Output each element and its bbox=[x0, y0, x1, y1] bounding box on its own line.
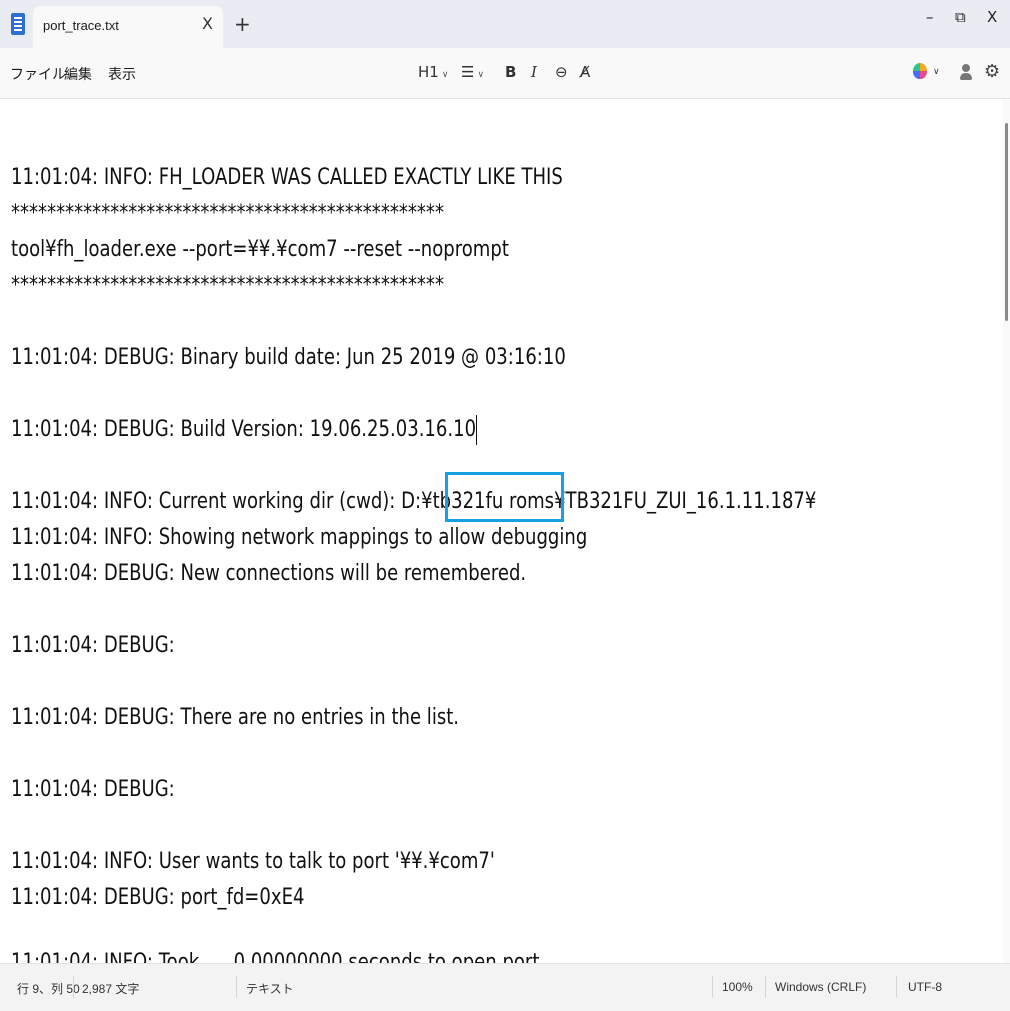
heading-label: H1 bbox=[418, 63, 439, 81]
text-editor[interactable]: 11:01:04: INFO: FH_LOADER WAS CALLED EXA… bbox=[0, 99, 1003, 963]
editor-line: 11:01:04: DEBUG: Build Version: 19.06.25… bbox=[11, 417, 477, 442]
clear-format-icon[interactable]: A̸ bbox=[580, 63, 590, 81]
italic-button[interactable]: I bbox=[531, 63, 537, 81]
chevron-down-icon[interactable]: ∨ bbox=[933, 67, 940, 77]
heading-dropdown[interactable]: H1 ∨ bbox=[418, 63, 448, 81]
restore-button[interactable]: ⧉ bbox=[955, 8, 966, 26]
status-bar: 行 9、列 50 2,987 文字 テキスト 100% Windows (CRL… bbox=[0, 963, 1010, 1011]
editor-line: 11:01:04: DEBUG: Binary build date: Jun … bbox=[11, 345, 566, 370]
menu-bar: ファイル 編集 表示 H1 ∨ ☰ ∨ B I ⊖ A̸ ∨ ⚙ bbox=[0, 48, 1010, 99]
cursor-position: 行 9、列 50 bbox=[17, 982, 80, 996]
link-icon[interactable]: ⊖ bbox=[555, 63, 568, 81]
editor-line: 11:01:04: DEBUG: bbox=[11, 633, 175, 658]
title-bar: port_trace.txt X + – ⧉ X bbox=[0, 0, 1010, 48]
tab-title: port_trace.txt bbox=[43, 18, 119, 33]
list-dropdown[interactable]: ☰ ∨ bbox=[461, 63, 484, 81]
chevron-down-icon: ∨ bbox=[477, 70, 485, 80]
editor-line: ****************************************… bbox=[11, 273, 444, 298]
notepad-app-icon bbox=[11, 13, 25, 35]
editor-line: 11:01:04: INFO: Took 0.00000000 seconds … bbox=[11, 950, 540, 963]
new-tab-button[interactable]: + bbox=[234, 12, 251, 36]
scrollbar-thumb[interactable] bbox=[1005, 123, 1008, 321]
zoom-level[interactable]: 100% bbox=[722, 980, 753, 994]
editor-line: 11:01:04: DEBUG: New connections will be… bbox=[11, 561, 527, 586]
editor-line: 11:01:04: INFO: FH_LOADER WAS CALLED EXA… bbox=[11, 165, 563, 190]
editor-line: tool¥fh_loader.exe --port=¥¥.¥com7 --res… bbox=[11, 237, 509, 262]
menu-view[interactable]: 表示 bbox=[108, 64, 136, 84]
account-icon[interactable] bbox=[960, 64, 972, 80]
bold-button[interactable]: B bbox=[505, 63, 516, 81]
divider bbox=[712, 976, 713, 998]
editor-line: 11:01:04: INFO: Current working dir (cwd… bbox=[11, 489, 817, 514]
gear-icon[interactable]: ⚙ bbox=[984, 61, 1000, 82]
editor-line: 11:01:04: DEBUG: bbox=[11, 777, 175, 802]
divider bbox=[765, 976, 766, 998]
menu-edit[interactable]: 編集 bbox=[64, 64, 92, 84]
tab-close-icon[interactable]: X bbox=[202, 14, 213, 33]
editor-line: 11:01:04: DEBUG: There are no entries in… bbox=[11, 705, 460, 730]
divider bbox=[236, 976, 237, 998]
copilot-icon[interactable] bbox=[913, 63, 927, 79]
list-icon: ☰ bbox=[461, 63, 475, 81]
minimize-button[interactable]: – bbox=[926, 8, 934, 26]
editor-line: 11:01:04: INFO: User wants to talk to po… bbox=[11, 849, 495, 874]
character-count: 2,987 文字 bbox=[82, 982, 140, 996]
editor-line: ****************************************… bbox=[11, 201, 444, 226]
divider bbox=[73, 976, 74, 998]
encoding[interactable]: UTF-8 bbox=[908, 980, 942, 994]
menu-file[interactable]: ファイル bbox=[10, 64, 66, 84]
editor-line: 11:01:04: INFO: Showing network mappings… bbox=[11, 525, 588, 550]
format-indicator[interactable]: テキスト bbox=[246, 980, 294, 997]
tab-port-trace[interactable]: port_trace.txt X bbox=[33, 6, 223, 48]
chevron-down-icon: ∨ bbox=[441, 70, 449, 80]
editor-line: 11:01:04: DEBUG: port_fd=0xE4 bbox=[11, 885, 305, 910]
line-ending[interactable]: Windows (CRLF) bbox=[775, 980, 866, 994]
text-caret bbox=[476, 415, 477, 445]
close-window-button[interactable]: X bbox=[987, 8, 997, 26]
divider bbox=[896, 976, 897, 998]
vertical-scrollbar[interactable] bbox=[1003, 99, 1010, 963]
